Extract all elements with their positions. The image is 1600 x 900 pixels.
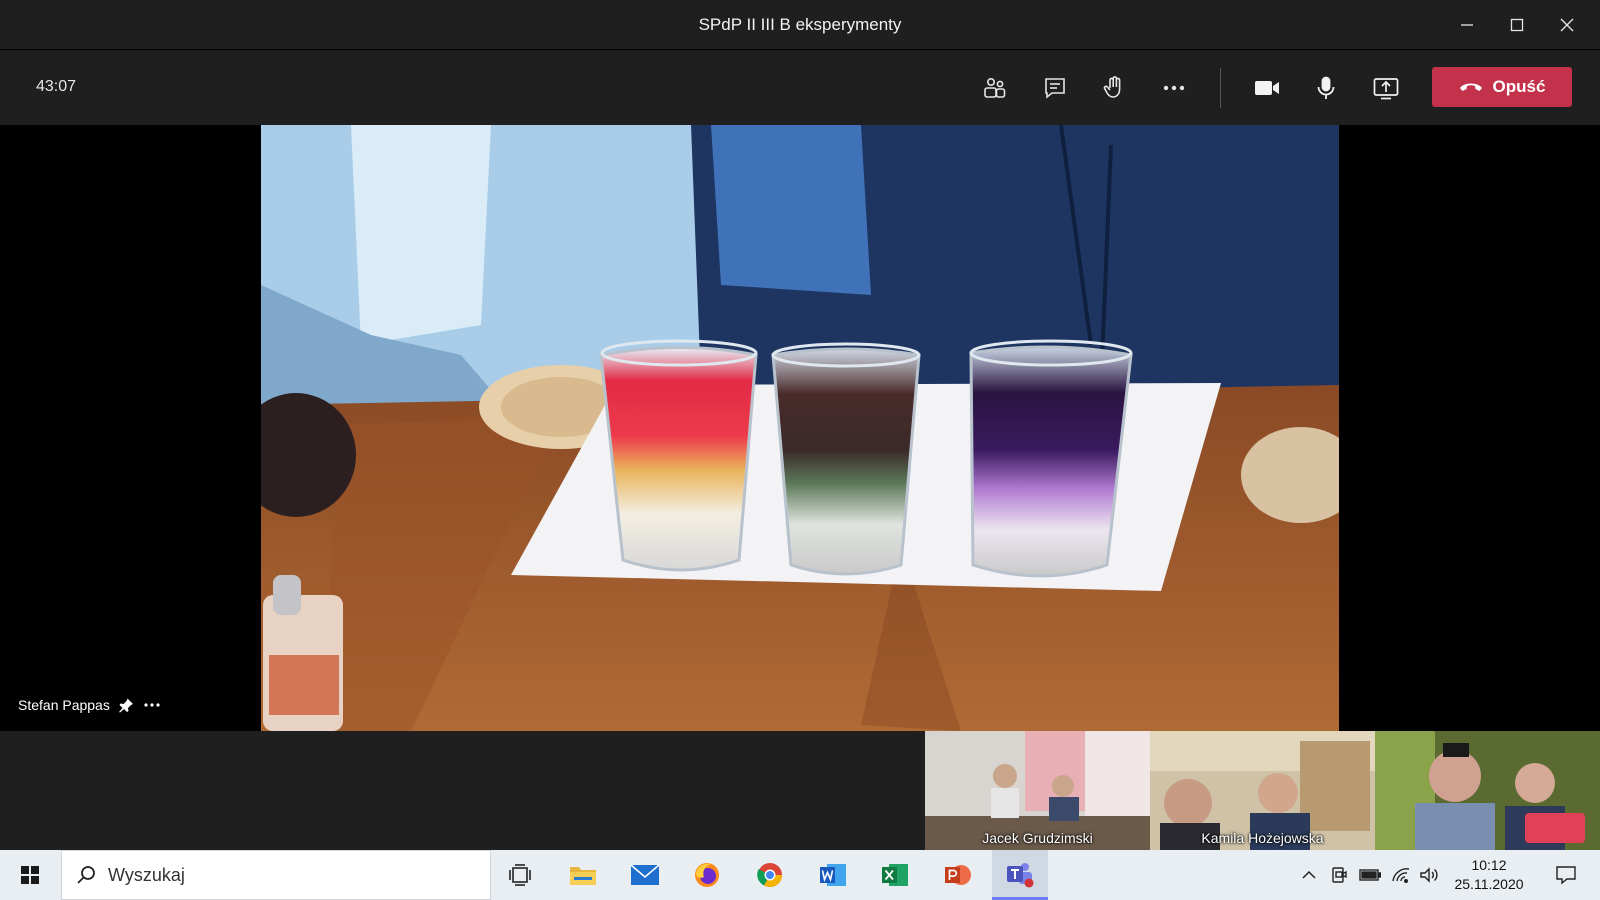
teams-icon — [1007, 862, 1034, 887]
participant-strip: Jacek Grudzimski Kamila Hożejowska — [0, 731, 1600, 850]
window-title: SPdP II III B eksperymenty — [698, 14, 902, 34]
more-icon — [1163, 85, 1185, 91]
leave-label: Opuść — [1492, 77, 1546, 96]
meeting-control-bar: 43:07 Opuść — [0, 50, 1600, 125]
action-center-button[interactable] — [1544, 850, 1588, 900]
pin-icon[interactable] — [118, 697, 134, 713]
speaker-volume-icon — [1420, 867, 1438, 883]
chrome-button[interactable] — [742, 850, 798, 900]
excel-button[interactable] — [867, 850, 923, 900]
leave-meeting-button[interactable]: Opuść — [1432, 67, 1572, 107]
participant-tile[interactable]: Jacek Grudzimski — [925, 731, 1150, 850]
folder-icon — [570, 867, 596, 885]
task-view-button[interactable] — [492, 850, 548, 900]
chrome-icon — [757, 863, 782, 888]
active-speaker-label: Stefan Pappas — [18, 697, 162, 713]
network-button[interactable] — [1388, 850, 1414, 900]
clock-time: 10:12 — [1471, 857, 1507, 873]
meet-now-button[interactable] — [1326, 850, 1352, 900]
mail-button[interactable] — [617, 850, 673, 900]
meeting-timer: 43:07 — [36, 78, 77, 95]
volume-button[interactable] — [1416, 850, 1442, 900]
windows-taskbar: Wyszukaj 10:12 25.11.2020 — [0, 850, 1600, 900]
minimize-icon — [1461, 24, 1473, 26]
mail-icon — [630, 864, 660, 885]
taskbar-clock[interactable]: 10:12 25.11.2020 — [1446, 856, 1532, 894]
raise-hand-button[interactable] — [1093, 68, 1135, 108]
battery-button[interactable] — [1356, 850, 1384, 900]
chat-icon — [1045, 78, 1065, 99]
maximize-icon — [1510, 18, 1524, 32]
microphone-button[interactable] — [1305, 68, 1347, 108]
close-icon — [1560, 18, 1574, 32]
participant-tile[interactable] — [1375, 731, 1600, 850]
main-video-feed — [261, 125, 1339, 731]
powerpoint-icon — [945, 865, 971, 885]
participant-tile[interactable]: Kamila Hożejowska — [1150, 731, 1375, 850]
teams-button[interactable] — [992, 850, 1048, 900]
participant-name: Kamila Hożejowska — [1201, 830, 1324, 846]
notification-icon — [1556, 866, 1576, 885]
powerpoint-button[interactable] — [930, 850, 986, 900]
wifi-icon — [1392, 868, 1410, 883]
meet-now-icon — [1332, 867, 1347, 883]
hang-up-icon — [1459, 83, 1482, 91]
battery-icon — [1359, 869, 1381, 881]
excel-icon — [882, 864, 908, 886]
meeting-stage: Stefan Pappas — [0, 125, 1600, 731]
word-icon — [820, 864, 846, 886]
video-frame-image — [261, 125, 1339, 731]
taskbar-search-box[interactable]: Wyszukaj — [61, 850, 491, 900]
clock-date: 25.11.2020 — [1454, 876, 1524, 892]
active-speaker-name: Stefan Pappas — [18, 697, 110, 713]
window-title-bar: SPdP II III B eksperymenty — [0, 0, 1600, 50]
participants-button[interactable] — [974, 68, 1016, 108]
search-icon — [77, 866, 95, 884]
word-button[interactable] — [805, 850, 861, 900]
participant-video — [1375, 731, 1600, 850]
share-screen-button[interactable] — [1365, 68, 1407, 108]
participant-name: Jacek Grudzimski — [982, 830, 1093, 846]
show-hidden-icons-button[interactable] — [1296, 850, 1322, 900]
microphone-icon — [1317, 76, 1335, 99]
chevron-up-icon — [1302, 870, 1316, 879]
more-actions-button[interactable] — [1153, 68, 1195, 108]
people-icon — [984, 77, 1006, 98]
start-button[interactable] — [0, 850, 60, 900]
share-screen-icon — [1373, 78, 1399, 100]
hand-icon — [1103, 76, 1121, 98]
search-placeholder: Wyszukaj — [108, 864, 185, 885]
maximize-button[interactable] — [1492, 0, 1542, 50]
chat-button[interactable] — [1034, 68, 1076, 108]
minimize-button[interactable] — [1442, 0, 1492, 50]
camera-button[interactable] — [1246, 68, 1288, 108]
windows-logo-icon — [21, 866, 39, 884]
speaker-options-icon[interactable] — [142, 697, 162, 713]
camera-icon — [1255, 81, 1279, 95]
firefox-button[interactable] — [679, 850, 735, 900]
close-button[interactable] — [1542, 0, 1592, 50]
control-divider — [1220, 68, 1221, 108]
file-explorer-button[interactable] — [555, 850, 611, 900]
firefox-icon — [695, 863, 719, 887]
task-view-icon — [509, 864, 531, 886]
